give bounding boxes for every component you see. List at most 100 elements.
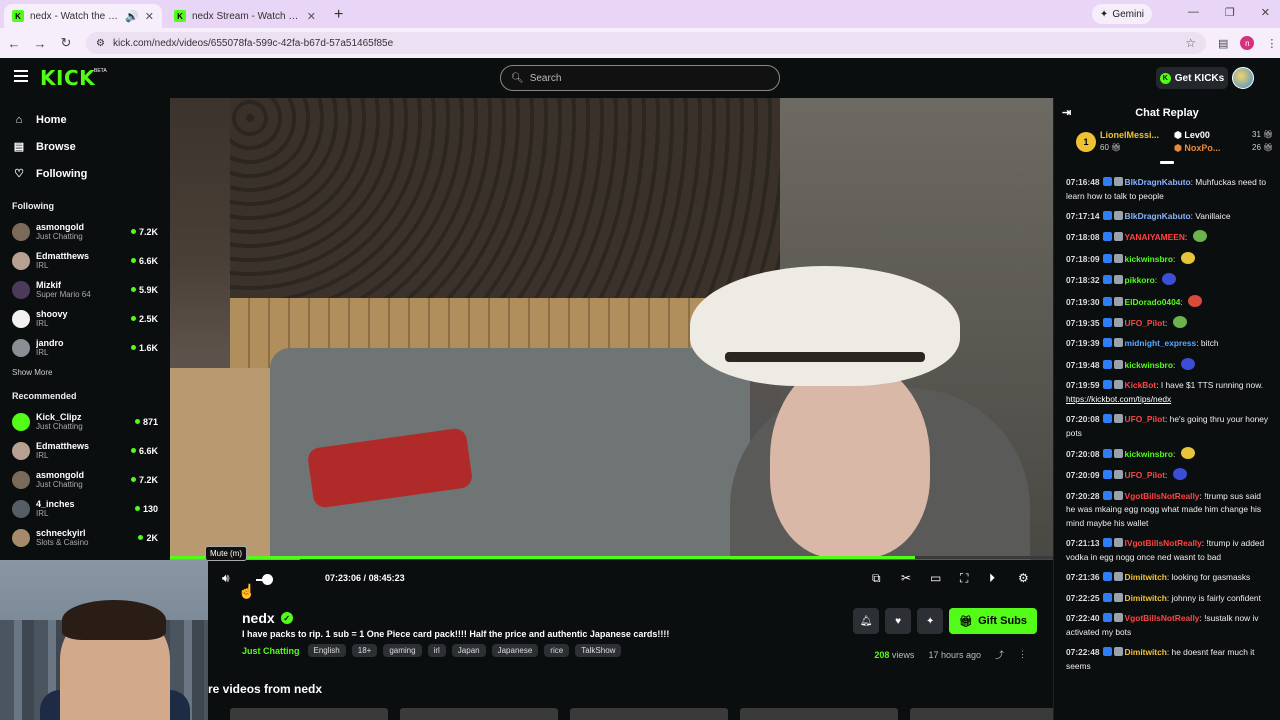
- profile-avatar[interactable]: n: [1240, 36, 1255, 50]
- leader-third-name[interactable]: ⬢ NoxPo...: [1174, 143, 1220, 154]
- sidebar-channel[interactable]: jandro IRL 1.6K: [0, 333, 170, 362]
- chat-username[interactable]: BlkDragnKabuto: [1125, 177, 1191, 187]
- browser-tab-stream[interactable]: K nedx Stream - Watch Live on Kick ✕: [166, 4, 324, 28]
- chat-username[interactable]: UFO_Pilot: [1125, 318, 1165, 328]
- close-tab-icon[interactable]: ✕: [307, 10, 316, 23]
- gift-subs-button[interactable]: 🎁︎ Gift Subs: [949, 608, 1037, 634]
- sidebar-channel[interactable]: Edmatthews IRL 6.6K: [0, 436, 170, 465]
- tag[interactable]: gaming: [383, 644, 422, 657]
- message-link[interactable]: https://kickbot.com/tips/nedx: [1066, 394, 1171, 404]
- chat-username[interactable]: Dimitwitch: [1125, 647, 1167, 657]
- pip-icon[interactable]: ⧉: [872, 571, 881, 586]
- chat-username[interactable]: pikkoro: [1125, 275, 1155, 285]
- badge-icon: [1102, 449, 1112, 459]
- minimize-icon[interactable]: —: [1188, 6, 1199, 19]
- extensions-icon[interactable]: ▤: [1218, 37, 1228, 50]
- tag[interactable]: Japan: [451, 644, 486, 657]
- site-info-icon[interactable]: ⚙: [96, 38, 105, 49]
- chat-username[interactable]: VgotBillsNotReally: [1125, 491, 1200, 501]
- seek-bar[interactable]: [170, 556, 1053, 559]
- theater-mode-icon[interactable]: ▭: [930, 571, 941, 585]
- chat-username[interactable]: kickwinsbro: [1125, 360, 1173, 370]
- video-thumbnail[interactable]: [570, 708, 728, 720]
- live-dot-icon: [130, 258, 136, 263]
- tag[interactable]: irl: [427, 644, 446, 657]
- more-options-icon[interactable]: ⋮: [1018, 649, 1027, 660]
- chat-username[interactable]: midnight_express: [1125, 338, 1197, 348]
- chat-username[interactable]: kickwinsbro: [1125, 449, 1173, 459]
- url-field[interactable]: ⚙ kick.com/nedx/videos/655078fa-599c-42f…: [86, 32, 1206, 54]
- new-tab-button[interactable]: +: [334, 6, 343, 24]
- channel-name-row[interactable]: nedx ✓: [242, 610, 293, 626]
- sidebar-channel[interactable]: shoovy IRL 2.5K: [0, 304, 170, 333]
- menu-kebab-icon[interactable]: ⋮: [1266, 37, 1277, 50]
- video-thumbnail[interactable]: [740, 708, 898, 720]
- video-thumbnail[interactable]: [910, 708, 1068, 720]
- bookmark-star-icon[interactable]: ☆: [1185, 36, 1196, 50]
- volume-slider-handle[interactable]: [262, 574, 273, 585]
- sidebar-channel[interactable]: schneckyirl Slots & Casino 2K: [0, 523, 170, 552]
- video-thumbnail[interactable]: [400, 708, 558, 720]
- user-avatar[interactable]: [1232, 67, 1254, 89]
- settings-gear-icon[interactable]: ⚙: [1018, 571, 1029, 585]
- heart-follow-icon[interactable]: ♥: [885, 608, 912, 634]
- browser-tab-vod[interactable]: K nedx - Watch the VOD on Kick 🔊 ✕: [4, 4, 162, 28]
- audio-icon[interactable]: 🔊: [125, 10, 139, 23]
- chat-username[interactable]: VgotBillsNotReally: [1125, 613, 1200, 623]
- tag[interactable]: rice: [544, 644, 570, 657]
- sidebar-channel[interactable]: 4_inches IRL 130: [0, 494, 170, 523]
- leader-first-name[interactable]: LionelMessi...: [1100, 130, 1159, 140]
- chat-panel: ⇥ Chat Replay 1 LionelMessi... 60 🎁︎ ⬢ L…: [1053, 98, 1280, 720]
- chat-username[interactable]: kickwinsbro: [1125, 254, 1173, 264]
- playback-icon[interactable]: ⏵: [989, 571, 995, 586]
- chat-username[interactable]: IVgotBillsNotReally: [1125, 538, 1202, 548]
- chat-username[interactable]: Dimitwitch: [1125, 593, 1167, 603]
- video-thumbnail[interactable]: [230, 708, 388, 720]
- fullscreen-icon[interactable]: ⛶: [960, 571, 968, 586]
- gemini-button[interactable]: ✦ Gemini: [1091, 4, 1152, 24]
- chat-username[interactable]: BlkDragnKabuto: [1125, 211, 1191, 221]
- reload-icon[interactable]: ↻: [54, 35, 78, 51]
- sidebar-item-following[interactable]: ♡ Following: [0, 160, 170, 187]
- share-icon[interactable]: ⤴: [995, 648, 1004, 661]
- sidebar-channel[interactable]: Edmatthews IRL 6.6K: [0, 246, 170, 275]
- search-bar[interactable]: 🔍︎ Search: [500, 65, 780, 91]
- channel-name[interactable]: nedx: [242, 610, 275, 626]
- tag[interactable]: TalkShow: [575, 644, 622, 657]
- show-more-link[interactable]: Show More: [0, 368, 170, 377]
- tag[interactable]: English: [307, 644, 346, 657]
- tag[interactable]: Japanese: [491, 644, 539, 657]
- video-frame-wallpaper: [230, 98, 790, 308]
- close-tab-icon[interactable]: ✕: [145, 10, 154, 23]
- volume-icon[interactable]: 🔊︎: [222, 571, 230, 586]
- collapse-chat-icon[interactable]: ⇥: [1062, 106, 1071, 119]
- restore-icon[interactable]: ❐: [1225, 6, 1235, 19]
- sparkle-icon[interactable]: ✦: [917, 608, 944, 634]
- chat-username[interactable]: UFO_Pilot: [1125, 470, 1165, 480]
- hamburger-menu-icon[interactable]: [14, 70, 28, 82]
- back-icon[interactable]: ←: [2, 36, 26, 51]
- get-kicks-button[interactable]: K Get KICKs: [1156, 67, 1228, 89]
- message-time: 07:21:13: [1066, 538, 1100, 549]
- leader-second-name[interactable]: ⬢ Lev00: [1174, 130, 1210, 141]
- tag[interactable]: 18+: [351, 644, 378, 657]
- clip-icon[interactable]: ✂: [901, 571, 911, 585]
- close-window-icon[interactable]: ✕: [1261, 6, 1270, 19]
- sidebar-channel[interactable]: Kick_Clipz Just Chatting 871: [0, 407, 170, 436]
- sidebar-channel[interactable]: asmongold Just Chatting 7.2K: [0, 217, 170, 246]
- chat-username[interactable]: UFO_Pilot: [1125, 414, 1165, 424]
- chat-username[interactable]: ElDorado0404: [1125, 297, 1181, 307]
- bell-icon[interactable]: 🔔︎: [853, 608, 880, 634]
- forward-icon[interactable]: →: [28, 36, 52, 51]
- chat-username[interactable]: Dimitwitch: [1125, 572, 1167, 582]
- kick-logo[interactable]: KICK: [40, 66, 95, 90]
- chat-username[interactable]: YANAIYAMEEN: [1125, 232, 1185, 242]
- sidebar-item-home[interactable]: ⌂ Home: [0, 106, 170, 133]
- sidebar-channel[interactable]: Mizkif Super Mario 64 5.9K: [0, 275, 170, 304]
- video-player[interactable]: [170, 98, 1053, 560]
- chat-username[interactable]: KickBot: [1125, 380, 1157, 390]
- category-link[interactable]: Just Chatting: [242, 646, 300, 656]
- message-text: Vanillaice: [1195, 210, 1231, 221]
- sidebar-channel[interactable]: asmongold Just Chatting 7.2K: [0, 465, 170, 494]
- sidebar-item-browse[interactable]: ▤ Browse: [0, 133, 170, 160]
